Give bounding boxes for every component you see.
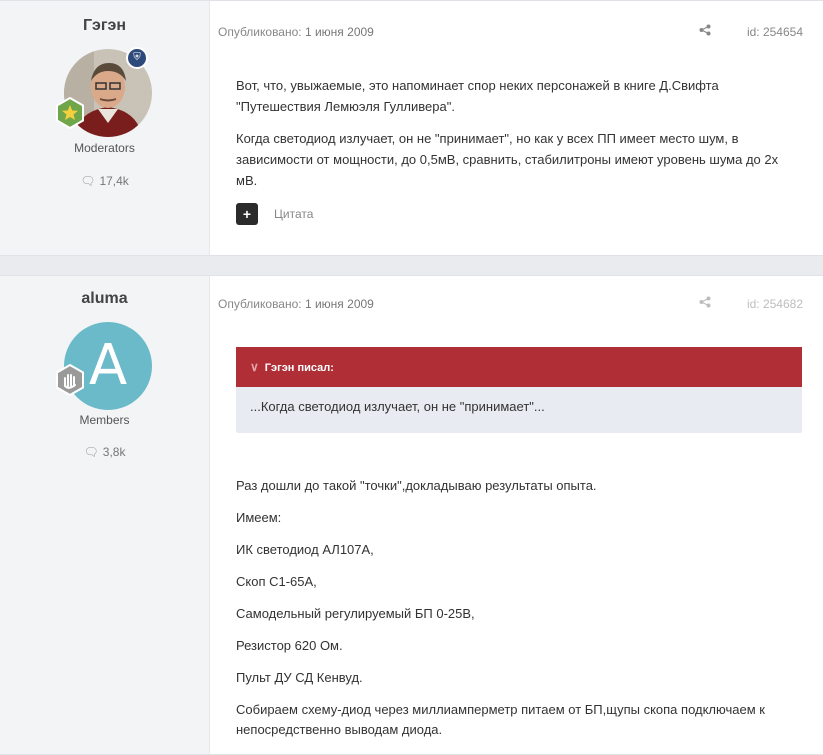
- post-paragraph: Собираем схему-диод через миллиамперметр…: [236, 702, 765, 737]
- author-panel: aluma A Members 🗨 3,8k: [0, 276, 210, 754]
- quote-block: ∨ Гэгэн писал: ...Когда светодиод излучае…: [236, 347, 802, 433]
- post-254654: Гэгэн ⛨ Moderators 🗨 17,4k Опубликовано:…: [0, 0, 823, 256]
- post-content: Раз дошли до такой "точки",докладываю ре…: [236, 476, 796, 752]
- post-date[interactable]: 1 июня 2009: [305, 25, 374, 39]
- post-paragraph: Самодельный регулируемый БП 0-25В,: [236, 606, 475, 621]
- post-paragraph: Когда светодиод излучает, он не "принима…: [236, 131, 779, 188]
- comment-bubble-icon: 🗨: [80, 174, 96, 188]
- post-count: 🗨 3,8k: [0, 445, 209, 459]
- post-paragraph: Скоп С1-65А,: [236, 574, 317, 589]
- author-group: Members: [79, 413, 130, 427]
- moderator-shield-icon: ⛨: [126, 47, 148, 69]
- author-panel: Гэгэн ⛨ Moderators 🗨 17,4k: [0, 1, 210, 255]
- comment-bubble-icon: 🗨: [83, 445, 99, 459]
- author-group: Moderators: [74, 141, 135, 155]
- post-id[interactable]: id: 254682: [747, 297, 803, 311]
- share-icon[interactable]: [699, 24, 711, 36]
- post-254682: aluma A Members 🗨 3,8k Опубликовано: 1 ию…: [0, 275, 823, 755]
- rank-hand-icon: [54, 363, 86, 397]
- share-icon[interactable]: [699, 296, 711, 308]
- post-content: Вот, что, увыжаемые, это напоминает спор…: [236, 75, 796, 202]
- post-paragraph: Пульт ДУ СД Кенвуд.: [236, 670, 363, 685]
- chevron-down-icon: ∨: [250, 360, 259, 374]
- post-paragraph: Вот, что, увыжаемые, это напоминает спор…: [236, 78, 719, 114]
- date-label: Опубликовано:: [218, 297, 302, 311]
- rank-star-icon: [54, 96, 86, 130]
- avatar[interactable]: A: [56, 322, 156, 414]
- quote-text: ...Когда светодиод излучает, он не "прин…: [250, 399, 545, 414]
- post-paragraph: ИК светодиод АЛ107А,: [236, 542, 374, 557]
- post-count-value: 17,4k: [99, 174, 129, 188]
- post-paragraph: Раз дошли до такой "точки",докладываю ре…: [236, 478, 597, 493]
- date-label: Опубликовано:: [218, 25, 302, 39]
- post-count: 🗨 17,4k: [0, 174, 209, 188]
- quote-author: Гэгэн писал:: [264, 362, 334, 374]
- avatar[interactable]: ⛨: [56, 47, 156, 141]
- post-meta: Опубликовано: 1 июня 2009 id: 254654: [218, 24, 803, 39]
- post-paragraph: Имеем:: [236, 510, 282, 525]
- quote-link[interactable]: Цитата: [274, 207, 313, 221]
- author-name[interactable]: Гэгэн: [0, 17, 209, 35]
- post-meta: Опубликовано: 1 июня 2009 id: 254682: [218, 296, 803, 311]
- author-name[interactable]: aluma: [0, 290, 209, 308]
- post-id[interactable]: id: 254654: [747, 25, 803, 39]
- multiquote-button[interactable]: +: [236, 203, 258, 225]
- quote-header[interactable]: ∨ Гэгэн писал:: [236, 347, 802, 387]
- post-count-value: 3,8k: [102, 445, 126, 459]
- post-date[interactable]: 1 июня 2009: [305, 297, 374, 311]
- post-paragraph: Резистор 620 Ом.: [236, 638, 343, 653]
